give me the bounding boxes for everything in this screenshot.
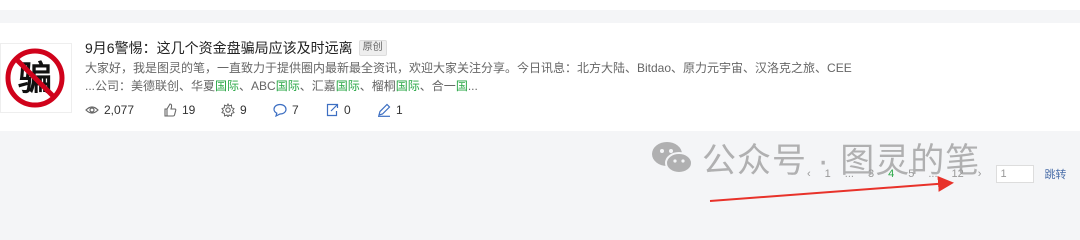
page-ellipsis: ... [844,168,854,180]
article-card[interactable]: 骗 9月6警惕：这几个资金盘骗局应该及时远离 原创 大家好，我是图灵的笔，一直致… [0,23,1080,131]
comments-stat[interactable]: 7 [273,103,325,117]
wechat-icon [652,141,693,174]
article-summary: 大家好，我是图灵的笔，一直致力于提供圈内最新最全资讯，欢迎大家关注分享。今日讯息… [85,61,852,75]
summary-text: ...公司：美德联创、华夏 [85,79,216,93]
eye-icon [85,106,99,114]
edit-stat[interactable]: 1 [377,103,403,117]
forward-stat[interactable]: 0 [325,103,377,117]
next-page-button[interactable]: › [978,168,982,180]
forward-icon [326,103,339,117]
pagination: ‹ 1 ... 3 4 5 ... 12 › 跳转 [800,165,1066,183]
article-title-row: 9月6警惕：这几个资金盘骗局应该及时远离 原创 [85,38,387,58]
comment-icon [273,103,287,117]
summary-text: 、合一 [419,79,456,93]
scam-warning-icon: 骗 [5,48,65,108]
article-title[interactable]: 9月6警惕：这几个资金盘骗局应该及时远离 [85,38,353,58]
page-ellipsis: ... [928,168,938,180]
summary-highlight: 国际 [335,79,360,93]
page-link[interactable]: 1 [825,168,831,180]
pen-icon [378,103,391,117]
views-count: 2,077 [104,103,135,117]
prev-page-button[interactable]: ‹ [807,168,811,180]
current-page[interactable]: 4 [888,168,894,180]
summary-highlight: 国际 [395,79,420,93]
page-link[interactable]: 3 [868,168,874,180]
summary-highlight: 国际 [275,79,300,93]
jump-button[interactable]: 跳转 [1044,166,1066,182]
article-stats: 2,077 19 9 7 0 1 [85,101,403,119]
summary-text: 、榴桐 [359,79,396,93]
summary-text: 、汇嘉 [299,79,336,93]
comments-count: 7 [292,103,299,117]
likes-stat[interactable]: 19 [163,103,221,117]
top-bar [0,0,1080,10]
forward-count: 0 [344,103,351,117]
page-number-input[interactable] [996,165,1035,183]
summary-highlight: 国 [455,79,468,93]
article-summary-continued: ...公司：美德联创、华夏国际、ABC国际、汇嘉国际、榴桐国际、合一国... [85,78,478,94]
views-stat: 2,077 [85,103,163,117]
shares-stat[interactable]: 9 [221,103,273,117]
summary-text: 、ABC [239,79,276,93]
summary-highlight: 国际 [215,79,240,93]
page-link[interactable]: 12 [952,168,964,180]
gear-icon [221,103,235,117]
summary-text: ... [467,79,478,93]
thumbs-up-icon [164,103,177,117]
article-thumbnail[interactable]: 骗 [0,43,72,113]
likes-count: 19 [182,103,196,117]
page-link[interactable]: 5 [908,168,914,180]
edit-count: 1 [396,103,403,117]
shares-count: 9 [240,103,247,117]
original-badge: 原创 [358,40,387,56]
